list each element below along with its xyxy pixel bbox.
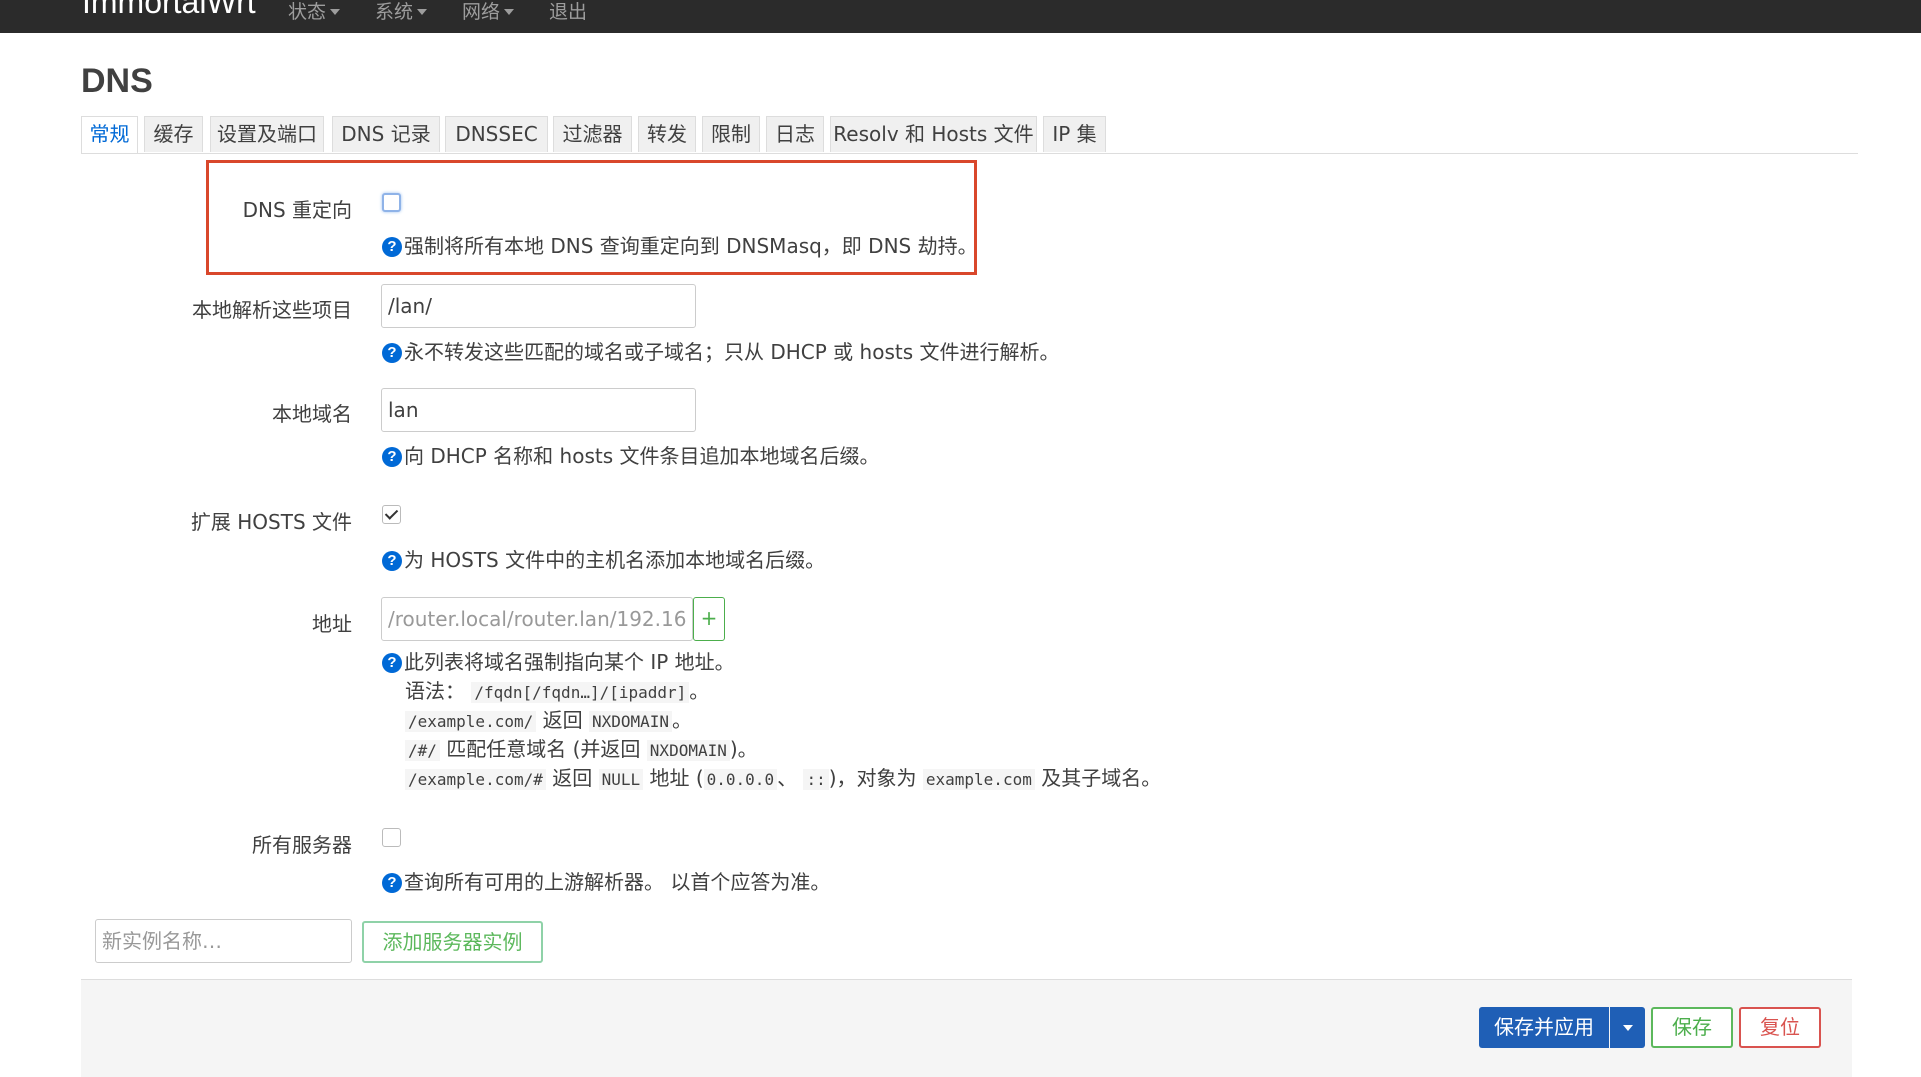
- local-domain-label: 本地域名: [272, 402, 352, 426]
- page-title: DNS: [81, 62, 153, 100]
- address-example-2: /#/ 匹配任意域名 (并返回 NXDOMAIN)。: [405, 733, 758, 762]
- help-icon: ?: [382, 873, 402, 893]
- help-icon: ?: [382, 447, 402, 467]
- new-instance-input[interactable]: [95, 919, 352, 963]
- tab-limits[interactable]: 限制: [702, 116, 760, 152]
- help-icon: ?: [382, 653, 402, 673]
- local-domain-description: ? 向 DHCP 名称和 hosts 文件条目追加本地域名后缀。: [382, 440, 880, 469]
- help-icon: ?: [382, 343, 402, 363]
- tab-filter[interactable]: 过滤器: [553, 116, 632, 152]
- tab-log[interactable]: 日志: [766, 116, 824, 152]
- local-resolve-description: ? 永不转发这些匹配的域名或子域名；只从 DHCP 或 hosts 文件进行解析。: [382, 336, 1060, 365]
- help-icon: ?: [382, 237, 402, 257]
- chevron-down-icon: [504, 9, 515, 15]
- expand-hosts-label: 扩展 HOSTS 文件: [190, 510, 352, 534]
- add-server-instance-button[interactable]: 添加服务器实例: [362, 921, 543, 963]
- top-navbar: ImmortalWrt 状态 系统 网络 退出: [0, 0, 1921, 33]
- reset-button[interactable]: 复位: [1739, 1007, 1821, 1048]
- local-resolve-input[interactable]: [381, 284, 696, 328]
- local-domain-input[interactable]: [381, 388, 696, 432]
- local-resolve-label: 本地解析这些项目: [192, 298, 352, 322]
- expand-hosts-description: ? 为 HOSTS 文件中的主机名添加本地域名后缀。: [382, 544, 825, 573]
- all-servers-checkbox[interactable]: [382, 828, 401, 847]
- save-apply-button[interactable]: 保存并应用: [1479, 1007, 1609, 1048]
- tab-ipsets[interactable]: IP 集: [1043, 116, 1106, 152]
- save-apply-dropdown[interactable]: [1610, 1007, 1645, 1048]
- all-servers-description: ? 查询所有可用的上游解析器。 以首个应答为准。: [382, 866, 830, 895]
- tab-cache[interactable]: 缓存: [144, 116, 203, 152]
- all-servers-label: 所有服务器: [252, 833, 352, 857]
- nav-menu-system[interactable]: 系统: [375, 0, 428, 24]
- address-label: 地址: [312, 612, 352, 636]
- nav-menu-logout[interactable]: 退出: [549, 0, 587, 24]
- nav-menu-status[interactable]: 状态: [288, 0, 341, 24]
- tab-dnssec[interactable]: DNSSEC: [445, 116, 548, 152]
- address-input[interactable]: [381, 597, 693, 641]
- add-address-button[interactable]: +: [693, 597, 725, 641]
- nav-menu-network[interactable]: 网络: [462, 0, 515, 24]
- brand-logo[interactable]: ImmortalWrt: [82, 0, 256, 18]
- tab-general[interactable]: 常规: [81, 116, 138, 153]
- tab-dns-records[interactable]: DNS 记录: [332, 116, 440, 152]
- tab-bar: 常规 缓存 设置及端口 DNS 记录 DNSSEC 过滤器 转发 限制 日志 R…: [81, 116, 1858, 154]
- address-description: ? 此列表将域名强制指向某个 IP 地址。: [382, 646, 735, 675]
- tab-forwards[interactable]: 转发: [638, 116, 696, 152]
- dns-redirect-label: DNS 重定向: [242, 198, 352, 222]
- dns-redirect-description: ? 强制将所有本地 DNS 查询重定向到 DNSMasq，即 DNS 劫持。: [382, 230, 978, 259]
- help-icon: ?: [382, 551, 402, 571]
- address-syntax-line: 语法： /fqdn[/fqdn…]/[ipaddr]。: [405, 679, 710, 703]
- save-button[interactable]: 保存: [1651, 1007, 1733, 1048]
- dns-redirect-checkbox[interactable]: [382, 193, 401, 212]
- chevron-down-icon: [330, 9, 341, 15]
- address-example-3: /example.com/# 返回 NULL 地址 (0.0.0.0、 ::)，…: [405, 762, 1161, 791]
- address-example-1: /example.com/ 返回 NXDOMAIN。: [405, 704, 692, 733]
- expand-hosts-checkbox[interactable]: [382, 505, 401, 524]
- tab-resolv-hosts[interactable]: Resolv 和 Hosts 文件: [830, 116, 1037, 152]
- tab-devices-ports[interactable]: 设置及端口: [210, 116, 324, 152]
- chevron-down-icon: [417, 9, 428, 15]
